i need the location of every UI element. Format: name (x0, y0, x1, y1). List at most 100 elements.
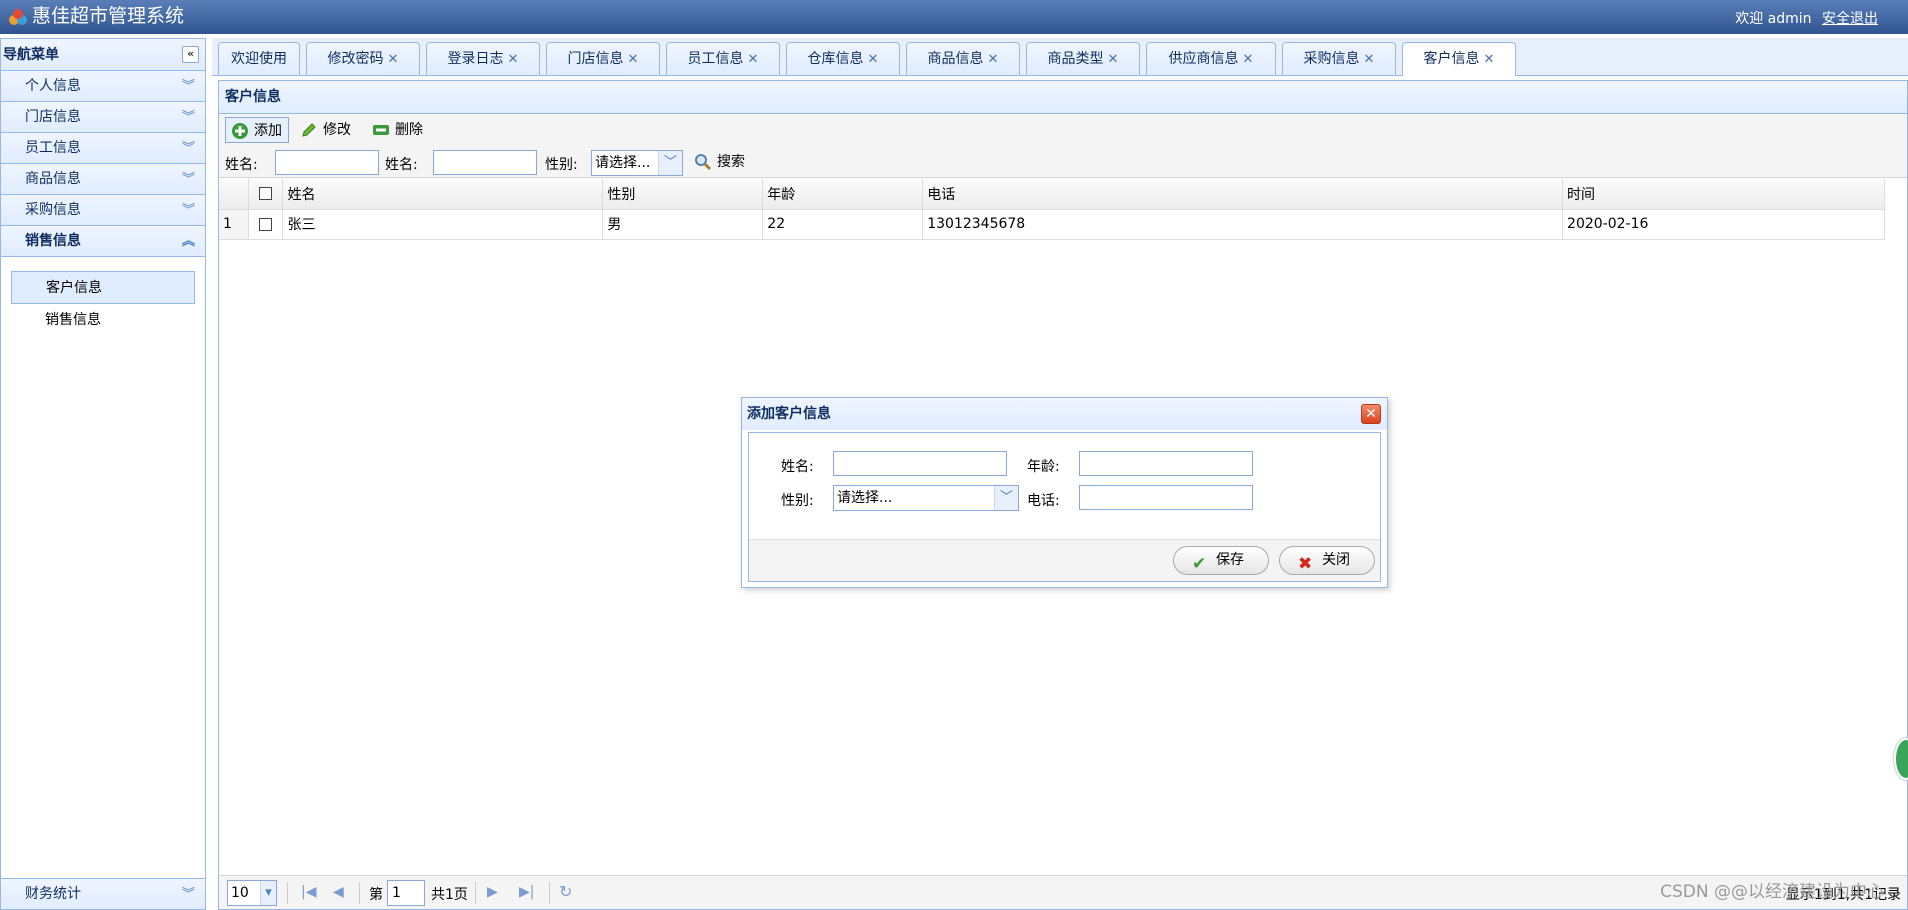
row-number-header (219, 179, 250, 210)
close-icon[interactable]: ✕ (868, 52, 879, 67)
sidebar-group-store[interactable]: 门店信息 ︾ (1, 102, 205, 133)
pager-separator (549, 882, 550, 904)
customer-table: 姓名 性别 年龄 电话 时间 1 张三 男 22 13012345678 202… (219, 179, 1885, 240)
row-checkbox[interactable] (259, 217, 273, 231)
cell-date: 2020-02-16 (1562, 209, 1885, 240)
app-title: 惠佳超市管理系统 (32, 5, 185, 27)
pager-separator (475, 882, 476, 904)
tab-login-log[interactable]: 登录日志 ✕ (426, 42, 540, 75)
column-header-phone[interactable]: 电话 (922, 179, 1564, 210)
close-icon[interactable]: ✕ (1361, 404, 1381, 424)
gender-select[interactable]: 请选择... ﹀ (591, 150, 683, 176)
close-icon[interactable]: ✕ (748, 52, 759, 67)
tab-warehouse-info[interactable]: 仓库信息 ✕ (786, 42, 900, 75)
tab-purchase-info[interactable]: 采购信息 ✕ (1282, 42, 1396, 75)
tab-staff-info[interactable]: 员工信息 ✕ (666, 42, 780, 75)
watermark: CSDN @@以经济建设为中心 (1660, 882, 1884, 902)
close-icon[interactable]: ✕ (988, 52, 999, 67)
name-field[interactable] (833, 451, 1007, 476)
sidebar-header: 导航菜单 « (1, 39, 205, 71)
search-button[interactable]: 搜索 (689, 149, 751, 175)
sidebar-group-goods[interactable]: 商品信息 ︾ (1, 164, 205, 195)
table-row[interactable]: 1 张三 男 22 13012345678 2020-02-16 (219, 209, 1885, 240)
page-size-select[interactable]: 10 ▾ (227, 880, 277, 906)
tab-welcome[interactable]: 欢迎使用 (218, 42, 300, 75)
pager-separator (359, 882, 360, 904)
double-chevron-down-icon: ︾ (181, 172, 195, 187)
column-header-name[interactable]: 姓名 (282, 179, 604, 210)
close-icon[interactable]: ✕ (1484, 52, 1495, 67)
gender-select[interactable]: 请选择... ﹀ (833, 485, 1019, 511)
close-icon[interactable]: ✕ (508, 52, 519, 67)
add-button[interactable]: 添加 (225, 117, 289, 143)
chevron-down-icon: ▾ (260, 881, 276, 905)
cell-name: 张三 (282, 209, 604, 240)
next-page-icon[interactable]: ▶ (487, 884, 498, 900)
tab-label: 欢迎使用 (231, 51, 287, 67)
search-icon (695, 154, 712, 171)
sidebar-group-label: 销售信息 (25, 233, 81, 249)
close-icon[interactable]: ✕ (628, 52, 639, 67)
name-label: 姓名: (781, 459, 814, 475)
double-chevron-down-icon: ︾ (181, 203, 195, 218)
tab-customer-info[interactable]: 客户信息 ✕ (1402, 42, 1516, 76)
close-icon[interactable]: ✕ (388, 52, 399, 67)
dialog-footer: ✔ 保存 ✖ 关闭 (749, 539, 1380, 581)
chevron-down-icon: ﹀ (658, 151, 682, 175)
tab-change-password[interactable]: 修改密码 ✕ (306, 42, 420, 75)
sidebar-item-customers[interactable]: 客户信息 (11, 271, 195, 304)
save-button[interactable]: ✔ 保存 (1173, 546, 1269, 575)
cell-gender: 男 (602, 209, 764, 240)
double-chevron-down-icon: ︾ (181, 887, 195, 902)
page-size-value: 10 (231, 885, 249, 901)
sidebar-item-sales[interactable]: 销售信息 (11, 304, 195, 337)
tab-label: 修改密码 (327, 51, 384, 67)
tab-label: 客户信息 (1423, 51, 1480, 67)
sidebar-group-purchase[interactable]: 采购信息 ︾ (1, 195, 205, 226)
age-field[interactable] (1079, 451, 1253, 476)
column-header-date[interactable]: 时间 (1562, 179, 1885, 210)
close-icon[interactable]: ✕ (1243, 52, 1254, 67)
dialog-title: 添加客户信息 (747, 406, 831, 422)
sidebar-group-personal[interactable]: 个人信息 ︾ (1, 71, 205, 102)
add-icon (232, 123, 248, 139)
logout-link[interactable]: 安全退出 (1822, 11, 1878, 27)
sidebar-group-label: 财务统计 (25, 886, 81, 902)
column-header-gender[interactable]: 性别 (602, 179, 764, 210)
sidebar-group-staff[interactable]: 员工信息 ︾ (1, 133, 205, 164)
select-all-checkbox[interactable] (259, 187, 273, 201)
name-search-input-2[interactable] (433, 150, 537, 175)
table-header-row: 姓名 性别 年龄 电话 时间 (219, 179, 1885, 210)
column-header-age[interactable]: 年龄 (762, 179, 924, 210)
sidebar-group-finance[interactable]: 财务统计 ︾ (1, 878, 205, 909)
collapse-sidebar-icon[interactable]: « (182, 46, 199, 63)
sidebar-group-label: 商品信息 (25, 171, 81, 187)
minus-icon (373, 125, 389, 135)
close-icon[interactable]: ✕ (1364, 52, 1375, 67)
edit-button[interactable]: 修改 (295, 117, 357, 143)
sidebar-group-sales[interactable]: 销售信息 ︽ (1, 226, 205, 257)
close-icon[interactable]: ✕ (1108, 52, 1119, 67)
tab-label: 登录日志 (447, 51, 504, 67)
name-search-input[interactable] (275, 150, 379, 175)
tab-goods-type[interactable]: 商品类型 ✕ (1026, 42, 1140, 75)
phone-field[interactable] (1079, 485, 1253, 510)
previous-page-icon[interactable]: ◀ (333, 884, 344, 900)
page-total: 共1页 (431, 887, 468, 903)
sidebar-group-label: 采购信息 (25, 202, 81, 218)
tab-label: 门店信息 (567, 51, 624, 67)
tab-goods-info[interactable]: 商品信息 ✕ (906, 42, 1020, 75)
chevron-down-icon: ﹀ (994, 486, 1018, 510)
delete-button[interactable]: 删除 (367, 117, 429, 143)
tab-label: 商品信息 (927, 51, 984, 67)
name-label-2: 姓名: (385, 157, 418, 173)
refresh-icon[interactable]: ↻ (559, 882, 572, 901)
last-page-icon[interactable]: ▶| (519, 884, 534, 900)
first-page-icon[interactable]: |◀ (301, 884, 316, 900)
sidebar-title: 导航菜单 (3, 47, 59, 63)
tab-supplier-info[interactable]: 供应商信息 ✕ (1146, 42, 1276, 75)
tab-store-info[interactable]: 门店信息 ✕ (546, 42, 660, 75)
sidebar-group-label: 门店信息 (25, 109, 81, 125)
close-button[interactable]: ✖ 关闭 (1279, 546, 1375, 575)
page-number-input[interactable] (387, 880, 425, 906)
